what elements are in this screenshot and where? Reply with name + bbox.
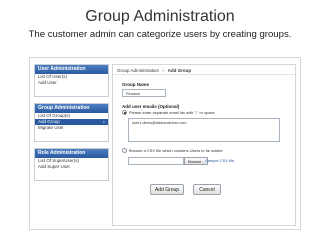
sidebar-item-add-super-user[interactable]: Add Super User (35, 164, 108, 170)
radio-enter-emails-label: Please enter separate email ids with ";"… (129, 110, 215, 115)
user-admin-panel: User Administration List Of User(s) Add … (34, 64, 109, 97)
slide-subtitle: The customer admin can categorize users … (28, 29, 292, 40)
breadcrumb-separator: > (162, 68, 165, 73)
csv-file-input[interactable] (128, 157, 184, 165)
screenshot-frame: User Administration List Of User(s) Add … (29, 57, 301, 230)
sidebar: User Administration List Of User(s) Add … (34, 64, 109, 187)
radio-csv-label: Browse a CSV file which contains Users t… (129, 148, 223, 153)
group-name-label: Group Name (122, 82, 150, 87)
breadcrumb: Group Administration > Add Group (113, 65, 295, 75)
user-emails-label: Add user emails (Optional) (122, 104, 180, 109)
sidebar-item-label: Add Group (38, 119, 60, 124)
radio-enter-emails[interactable] (122, 110, 127, 115)
main-content: Group Administration > Add Group Group Nam… (112, 64, 296, 226)
sidebar-item-migrate-user[interactable]: Migrate User (35, 125, 108, 131)
radio-csv-row[interactable]: Browse a CSV file which contains Users t… (122, 148, 222, 153)
radio-csv[interactable] (122, 148, 127, 153)
add-group-button[interactable]: Add Group (150, 184, 184, 195)
group-admin-panel: Group Administration List Of Group(s) Ad… (34, 103, 109, 142)
group-admin-header[interactable]: Group Administration (35, 104, 108, 113)
breadcrumb-root[interactable]: Group Administration (117, 68, 159, 73)
slide-title: Group Administration (85, 8, 235, 25)
radio-enter-emails-row[interactable]: Please enter separate email ids with ";"… (122, 110, 215, 115)
cancel-button[interactable]: Cancel (193, 184, 221, 195)
breadcrumb-current: Add Group (167, 68, 192, 73)
user-admin-header[interactable]: User Administration (35, 65, 108, 74)
emails-textarea[interactable]: user1.demo@dddomainxxx.com (128, 118, 280, 142)
sidebar-item-add-user[interactable]: Add User (35, 80, 108, 86)
role-admin-header[interactable]: Role Administration (35, 149, 108, 158)
group-name-input[interactable]: Finance (122, 89, 166, 97)
sample-csv-link[interactable]: Sample CSV file (205, 158, 234, 163)
role-admin-panel: Role Administration List Of SuperUser(s)… (34, 148, 109, 181)
